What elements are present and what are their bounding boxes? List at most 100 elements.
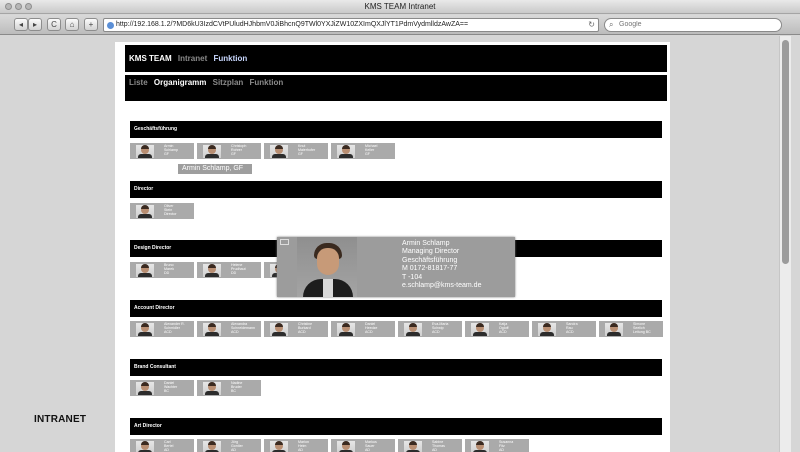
employee-card[interactable]: Jörg Gontier AD bbox=[197, 439, 261, 452]
window-title: KMS TEAM Intranet bbox=[364, 2, 436, 11]
employee-card[interactable]: Eva-Maria Schwip ACD bbox=[398, 321, 462, 337]
employee-role: ACD bbox=[566, 330, 574, 335]
minimize-window-button[interactable] bbox=[15, 3, 22, 10]
section-header-account: Account Director bbox=[130, 300, 662, 317]
employee-card[interactable]: Oliver Stein Director bbox=[130, 203, 194, 219]
employee-card-text: Christine Burkard ACD bbox=[298, 322, 312, 335]
vertical-scrollbar[interactable] bbox=[779, 36, 791, 452]
globe-icon bbox=[107, 22, 114, 29]
employee-thumbnail bbox=[270, 145, 288, 158]
employee-thumbnail bbox=[203, 145, 221, 158]
employee-role: GF bbox=[298, 152, 303, 157]
employee-department: Geschäftsführung bbox=[402, 256, 458, 264]
employee-card-text: Oliver Stein Director bbox=[164, 204, 177, 217]
window-controls[interactable] bbox=[5, 3, 32, 10]
nav-item-funktion[interactable]: Funktion bbox=[213, 54, 247, 63]
search-input[interactable] bbox=[619, 21, 769, 28]
employee-role: AD bbox=[298, 448, 303, 452]
employee-role: DD bbox=[231, 271, 237, 276]
subnav-item-organigramm[interactable]: Organigramm bbox=[154, 78, 206, 87]
reload-button[interactable]: C bbox=[47, 18, 61, 31]
employee-card[interactable]: Alexandra Schneidemann ACD bbox=[197, 321, 261, 337]
subnav-item-liste[interactable]: Liste bbox=[129, 78, 148, 87]
employee-card[interactable]: Simone Seelich Leitung BC bbox=[599, 321, 663, 337]
home-button[interactable]: ⌂ bbox=[65, 18, 79, 31]
employee-card[interactable]: Michael Keller GF bbox=[331, 143, 395, 159]
close-icon[interactable] bbox=[280, 239, 289, 245]
main-nav: KMS TEAM Intranet Funktion bbox=[125, 45, 667, 72]
employee-role: AD bbox=[499, 448, 504, 452]
employee-card[interactable]: Sandra Rau ACD bbox=[532, 321, 596, 337]
employee-tooltip: Armin Schlamp, GF bbox=[178, 164, 252, 174]
subnav-item-funktion[interactable]: Funktion bbox=[250, 78, 284, 87]
employee-role: AD bbox=[231, 448, 236, 452]
employee-role: DD bbox=[164, 271, 170, 276]
refresh-icon[interactable]: ↻ bbox=[588, 19, 595, 31]
employee-card-text: Susanna Fitz AD bbox=[499, 440, 513, 452]
employee-role: BC bbox=[231, 389, 236, 394]
scrollbar-thumb[interactable] bbox=[782, 40, 789, 264]
section-header-art: Art Director bbox=[130, 418, 662, 435]
forward-button[interactable]: ▸ bbox=[28, 18, 42, 31]
employee-card-text: Knut Maierhofer GF bbox=[298, 144, 315, 157]
employee-role: ACD bbox=[164, 330, 172, 335]
employee-thumbnail bbox=[136, 441, 154, 452]
employee-card-text: Christoph Rohrer GF bbox=[231, 144, 246, 157]
employee-card[interactable]: Armin Schlamp GF bbox=[130, 143, 194, 159]
employee-card[interactable]: Daniel Heedze ACD bbox=[331, 321, 395, 337]
employee-card-text: Carl Bertel AD bbox=[164, 440, 173, 452]
employee-card[interactable]: Christoph Rohrer GF bbox=[197, 143, 261, 159]
employee-card[interactable]: Alexander R. Schmidler ACD bbox=[130, 321, 194, 337]
employee-card-text: Simone Seelich Leitung BC bbox=[633, 322, 651, 335]
employee-email[interactable]: e.schlamp@kms-team.de bbox=[402, 282, 481, 290]
employee-card[interactable]: Christine Burkard ACD bbox=[264, 321, 328, 337]
employee-card[interactable]: Susanna Fitz AD bbox=[465, 439, 529, 452]
employee-card-text: Eva-Maria Schwip ACD bbox=[432, 322, 448, 335]
employee-card-text: Katja Ogloff ACD bbox=[499, 322, 509, 335]
section-header-gf: Geschäftsführung bbox=[130, 121, 662, 138]
employee-card-text: Daniel Wachter BC bbox=[164, 381, 177, 394]
employee-card-text: Daniel Heedze ACD bbox=[365, 322, 377, 335]
employee-thumbnail bbox=[337, 323, 355, 336]
employee-card-text: Alexandra Schneidemann ACD bbox=[231, 322, 255, 335]
employee-role: ACD bbox=[499, 330, 507, 335]
employee-detail-popup: Armin Schlamp Managing Director Geschäft… bbox=[277, 237, 515, 297]
address-bar[interactable]: http://192.168.1.2/?MD6kU3IzdCVtPUludHJh… bbox=[103, 18, 599, 32]
back-button[interactable]: ◂ bbox=[14, 18, 28, 31]
employee-card[interactable]: Markus Sauer AD bbox=[331, 439, 395, 452]
employee-card[interactable]: Nadine Bruder BC bbox=[197, 380, 261, 396]
employee-card[interactable]: Marion Heim AD bbox=[264, 439, 328, 452]
employee-thumbnail bbox=[404, 323, 422, 336]
employee-thumbnail bbox=[471, 441, 489, 452]
search-field[interactable]: ⌕ bbox=[604, 18, 782, 32]
employee-photo bbox=[297, 237, 357, 297]
reload-icon: C bbox=[51, 20, 57, 29]
window-titlebar: KMS TEAM Intranet bbox=[0, 0, 800, 14]
employee-card[interactable]: Daniel Wachter BC bbox=[130, 380, 194, 396]
close-window-button[interactable] bbox=[5, 3, 12, 10]
employee-thumbnail bbox=[136, 323, 154, 336]
employee-card[interactable]: Katja Ogloff ACD bbox=[465, 321, 529, 337]
employee-card[interactable]: Sabine Thomas AD bbox=[398, 439, 462, 452]
employee-card[interactable]: Helene Prudhaut DD bbox=[197, 262, 261, 278]
employee-card[interactable]: Knut Maierhofer GF bbox=[264, 143, 328, 159]
brand-logo[interactable]: KMS TEAM bbox=[129, 54, 172, 63]
employee-role: ACD bbox=[432, 330, 440, 335]
employee-card-text: Bruno Marek DD bbox=[164, 263, 174, 276]
employee-card-text: Sabine Thomas AD bbox=[432, 440, 445, 452]
back-icon: ◂ bbox=[18, 20, 23, 29]
employee-thumbnail bbox=[404, 441, 422, 452]
zoom-window-button[interactable] bbox=[25, 3, 32, 10]
employee-details: Armin Schlamp Managing Director Geschäft… bbox=[402, 240, 481, 290]
employee-card[interactable]: Bruno Marek DD bbox=[130, 262, 194, 278]
employee-role: AD bbox=[164, 448, 169, 452]
search-icon: ⌕ bbox=[609, 20, 614, 29]
nav-item-intranet[interactable]: Intranet bbox=[178, 54, 207, 63]
add-bookmark-button[interactable]: + bbox=[84, 18, 98, 31]
employee-role: GF bbox=[231, 152, 236, 157]
employee-card[interactable]: Carl Bertel AD bbox=[130, 439, 194, 452]
employee-card-text: Jörg Gontier AD bbox=[231, 440, 243, 452]
employee-card-text: Marion Heim AD bbox=[298, 440, 309, 452]
subnav-item-sitzplan[interactable]: Sitzplan bbox=[213, 78, 244, 87]
employee-thumbnail bbox=[136, 145, 154, 158]
